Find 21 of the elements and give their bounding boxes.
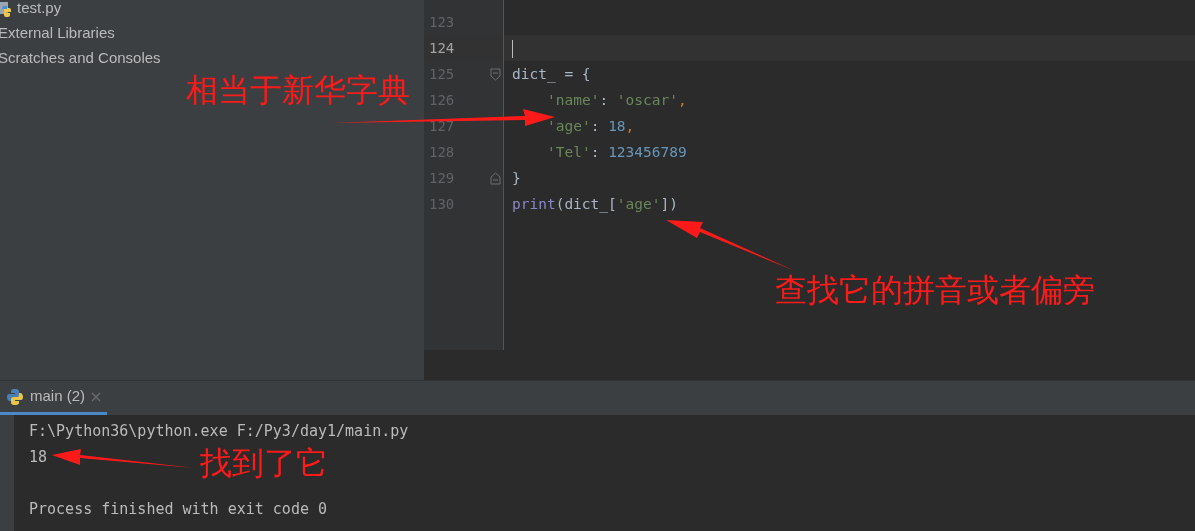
tree-item[interactable]: External Libraries	[0, 22, 115, 45]
annotation: 找到了它	[200, 444, 328, 483]
python-file-icon	[0, 0, 14, 17]
fold-icon[interactable]	[490, 67, 501, 81]
annotation: 相当于新华字典	[186, 71, 410, 110]
console-line: F:\Python36\python.exe F:/Py3/day1/main.py	[29, 422, 409, 440]
line-number: 124	[429, 39, 455, 58]
code-line: dict_ = {	[512, 66, 591, 82]
code-line: }	[512, 170, 521, 186]
console-line: 18	[29, 448, 48, 466]
code-line: 'age': 18,	[547, 118, 635, 134]
python-icon	[6, 387, 24, 406]
code-line: 'Tel': 123456789	[547, 144, 687, 160]
code-line: print(dict_['age'])	[512, 196, 678, 212]
console-line: Process finished with exit code 0	[29, 500, 327, 518]
fold-icon[interactable]	[490, 171, 501, 185]
tree-item[interactable]: test.py	[17, 0, 62, 20]
annotation: 查找它的拼音或者偏旁	[775, 271, 1095, 310]
code-line: 'name': 'oscar',	[547, 92, 687, 108]
text-cursor	[512, 39, 513, 58]
close-icon[interactable]	[91, 391, 101, 402]
